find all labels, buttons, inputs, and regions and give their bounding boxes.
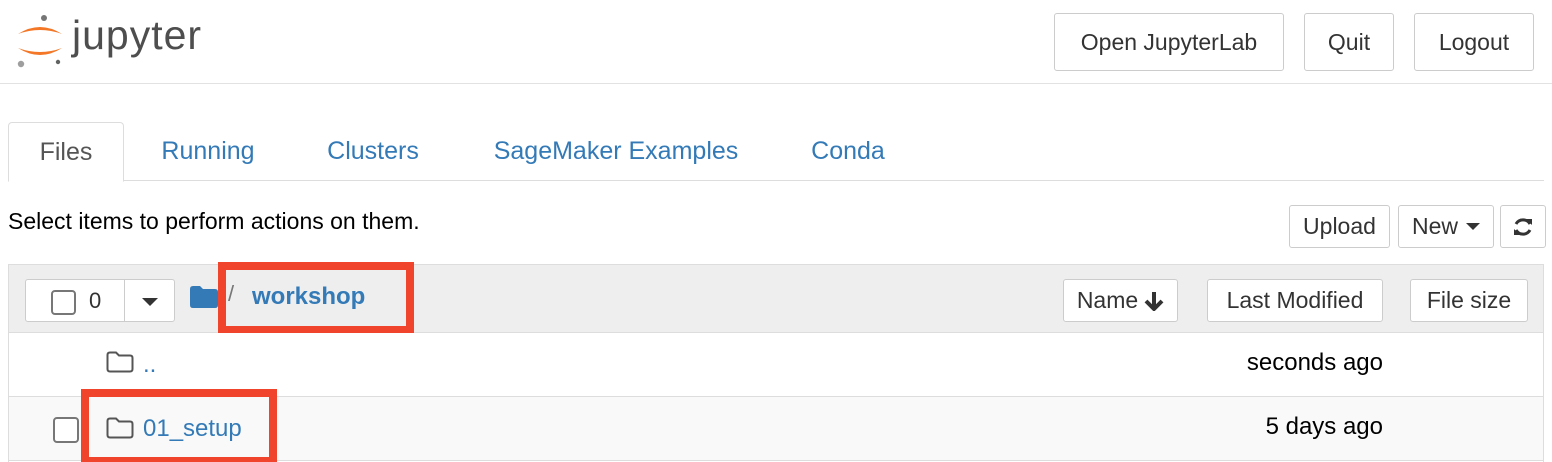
caret-down-icon[interactable]	[142, 298, 158, 306]
sort-file-size-button[interactable]: File size	[1410, 279, 1528, 322]
caret-down-icon	[1466, 223, 1480, 230]
divider	[124, 280, 125, 321]
folder-icon	[106, 351, 134, 373]
highlight-box	[218, 262, 414, 334]
tab-conda[interactable]: Conda	[798, 122, 898, 181]
list-item-01-setup[interactable]: 01_setup 5 days ago	[9, 389, 1543, 462]
highlight-box	[81, 389, 277, 462]
list-item-parent[interactable]: .. seconds ago	[9, 333, 1543, 397]
selected-count: 0	[89, 288, 102, 313]
sort-name-button[interactable]: Name	[1063, 279, 1178, 322]
tab-sagemaker-examples[interactable]: SageMaker Examples	[476, 122, 756, 181]
selection-hint: Select items to perform actions on them.	[8, 208, 420, 234]
refresh-button[interactable]	[1500, 205, 1546, 248]
modified-time: seconds ago	[1246, 349, 1383, 376]
modified-time: 5 days ago	[1265, 413, 1383, 440]
tab-bar: Files Running Clusters SageMaker Example…	[8, 122, 1544, 182]
select-all-checkbox[interactable]	[51, 290, 76, 315]
logout-button[interactable]: Logout	[1414, 13, 1534, 71]
tab-running[interactable]: Running	[148, 122, 268, 181]
header: jupyter Open JupyterLab Quit Logout	[0, 0, 1552, 84]
quit-button[interactable]: Quit	[1304, 13, 1394, 71]
tab-clusters[interactable]: Clusters	[313, 122, 433, 181]
arrow-down-icon	[1144, 291, 1164, 311]
new-label: New	[1411, 213, 1458, 239]
upload-button[interactable]: Upload	[1289, 205, 1390, 248]
row-checkbox[interactable]	[53, 417, 79, 443]
jupyter-logo-icon[interactable]	[14, 12, 66, 70]
sort-name-label: Name	[1076, 287, 1139, 313]
new-dropdown-button[interactable]: New	[1398, 205, 1494, 248]
select-all-control[interactable]: 0	[25, 279, 175, 322]
file-list: 0 / workshop Name Last Modified File siz…	[8, 262, 1544, 462]
file-list-header: 0 / workshop Name Last Modified File siz…	[9, 262, 1543, 334]
sort-last-modified-button[interactable]: Last Modified	[1207, 279, 1383, 322]
refresh-icon	[1514, 217, 1532, 236]
parent-directory-link[interactable]: ..	[143, 351, 156, 379]
open-jupyterlab-button[interactable]: Open JupyterLab	[1054, 13, 1284, 71]
folder-icon[interactable]	[190, 286, 218, 308]
tab-files[interactable]: Files	[8, 122, 124, 182]
jupyter-logo-text[interactable]: jupyter	[72, 12, 202, 59]
